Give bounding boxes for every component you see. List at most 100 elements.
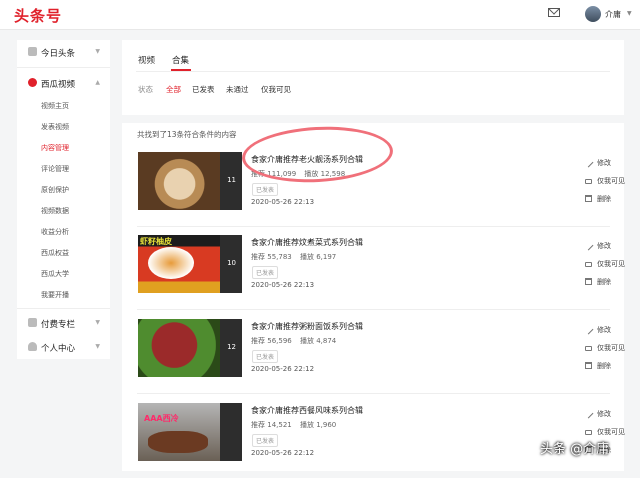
xigua-icon bbox=[28, 78, 37, 87]
list-item: 虾籽柚皮 10 食家介庸推荐炆煮菜式系列合辑 推荐 55,783 播放 6,19… bbox=[137, 235, 625, 310]
publish-date: 2020-05-26 22:13 bbox=[251, 198, 315, 206]
thumbnail-side bbox=[220, 403, 242, 461]
sidebar: 今日头条 ▼ 西瓜视频 ▲ 视频主页 发表视频 内容管理 评论管理 原创保护 视… bbox=[17, 40, 110, 359]
delete-label: 删除 bbox=[597, 195, 611, 203]
sidebar-item-comment-manage[interactable]: 评论管理 bbox=[41, 164, 69, 174]
username[interactable]: 介庸 bbox=[605, 9, 621, 20]
lock-icon bbox=[585, 346, 592, 351]
lock-icon bbox=[585, 262, 592, 267]
plays-label: 播放 bbox=[299, 253, 314, 261]
plays-label: 播放 bbox=[304, 170, 319, 178]
chevron-down-icon[interactable]: ▼ bbox=[627, 10, 632, 17]
mail-icon[interactable] bbox=[548, 8, 560, 17]
lock-icon bbox=[585, 179, 592, 184]
avatar[interactable] bbox=[585, 6, 601, 22]
stats: 推荐 55,783 播放 6,197 bbox=[251, 252, 336, 262]
recommend-count: 55,783 bbox=[267, 253, 292, 261]
plays-count: 4,874 bbox=[316, 337, 337, 345]
sidebar-item-original-protect[interactable]: 原创保护 bbox=[41, 185, 69, 195]
collection-title[interactable]: 食家介庸推荐粥粉面饭系列合辑 bbox=[251, 321, 363, 332]
delete-label: 删除 bbox=[597, 278, 611, 286]
user-icon bbox=[28, 342, 37, 351]
grid-icon bbox=[28, 47, 37, 56]
filter-all[interactable]: 全部 bbox=[166, 84, 181, 95]
edit-label: 修改 bbox=[597, 326, 611, 334]
thumbnail-text: 虾籽柚皮 bbox=[140, 237, 172, 246]
recommend-count: 56,596 bbox=[267, 337, 292, 345]
sidebar-group-xigua[interactable]: 西瓜视频 ▲ bbox=[17, 75, 110, 93]
filter-private[interactable]: 仅我可见 bbox=[261, 84, 291, 95]
sidebar-item-publish-video[interactable]: 发表视频 bbox=[41, 122, 69, 132]
filter-rejected[interactable]: 未通过 bbox=[226, 84, 249, 95]
thumbnail[interactable]: 11 bbox=[138, 152, 242, 210]
result-count: 共找到了13条符合条件的内容 bbox=[137, 130, 237, 139]
private-label: 仅我可见 bbox=[597, 344, 625, 352]
sidebar-item-rights[interactable]: 西瓜权益 bbox=[41, 248, 69, 258]
section-gap bbox=[122, 115, 624, 123]
sidebar-group-label: 西瓜视频 bbox=[41, 80, 76, 90]
recommend-count: 111,099 bbox=[267, 170, 297, 178]
thumbnail[interactable]: 虾籽柚皮 10 bbox=[138, 235, 242, 293]
tab-collections[interactable]: 合集 bbox=[172, 54, 189, 66]
recommend-label: 推荐 bbox=[251, 337, 265, 345]
divider bbox=[17, 67, 110, 68]
collection-title[interactable]: 食家介庸推荐老火靓汤系列合辑 bbox=[251, 154, 363, 165]
thumbnail[interactable]: AAA西冷 bbox=[138, 403, 242, 461]
divider bbox=[136, 71, 610, 72]
watermark: 头条 @介庸 bbox=[540, 442, 610, 457]
plays-count: 6,197 bbox=[316, 253, 337, 261]
lock-icon bbox=[585, 430, 592, 435]
sidebar-item-video-data[interactable]: 视频数据 bbox=[41, 206, 69, 216]
chevron-down-icon: ▼ bbox=[95, 319, 100, 326]
private-label: 仅我可见 bbox=[597, 177, 625, 185]
tab-videos[interactable]: 视频 bbox=[138, 54, 155, 66]
sidebar-group-toutiao[interactable]: 今日头条 ▼ bbox=[17, 44, 110, 62]
sidebar-item-go-live[interactable]: 我要开播 bbox=[41, 290, 69, 300]
plays-count: 1,960 bbox=[316, 421, 337, 429]
chevron-down-icon: ▼ bbox=[95, 48, 100, 55]
recommend-label: 推荐 bbox=[251, 421, 265, 429]
thumbnail-text: AAA西冷 bbox=[144, 414, 179, 423]
video-count: 10 bbox=[227, 259, 236, 267]
sidebar-group-personal[interactable]: 个人中心 ▼ bbox=[17, 339, 110, 357]
collection-title[interactable]: 食家介庸推荐炆煮菜式系列合辑 bbox=[251, 237, 363, 248]
edit-label: 修改 bbox=[597, 410, 611, 418]
edit-label: 修改 bbox=[597, 242, 611, 250]
dish-image bbox=[148, 431, 208, 453]
sidebar-group-paid-column[interactable]: 付费专栏 ▼ bbox=[17, 315, 110, 333]
pencil-icon bbox=[583, 240, 594, 251]
collection-title[interactable]: 食家介庸推荐西餐风味系列合辑 bbox=[251, 405, 363, 416]
pencil-icon bbox=[583, 157, 594, 168]
list-item: 11 食家介庸推荐老火靓汤系列合辑 推荐 111,099 播放 12,598 已… bbox=[137, 152, 625, 227]
sidebar-item-income[interactable]: 收益分析 bbox=[41, 227, 69, 237]
edit-label: 修改 bbox=[597, 159, 611, 167]
trash-icon bbox=[585, 362, 592, 369]
private-label: 仅我可见 bbox=[597, 260, 625, 268]
plays-label: 播放 bbox=[299, 337, 314, 345]
trash-icon bbox=[585, 195, 592, 202]
chevron-down-icon: ▼ bbox=[95, 343, 100, 350]
plays-label: 播放 bbox=[299, 421, 314, 429]
publish-date: 2020-05-26 22:13 bbox=[251, 281, 315, 289]
sidebar-item-video-home[interactable]: 视频主页 bbox=[41, 101, 69, 111]
stats: 推荐 111,099 播放 12,598 bbox=[251, 169, 345, 179]
recommend-count: 14,521 bbox=[267, 421, 292, 429]
stats: 推荐 14,521 播放 1,960 bbox=[251, 420, 336, 430]
status-badge: 已发表 bbox=[252, 434, 279, 447]
top-bar: 头条号 介庸 ▼ bbox=[0, 0, 640, 30]
pencil-icon bbox=[583, 408, 594, 419]
sidebar-item-content-manage[interactable]: 内容管理 bbox=[41, 143, 69, 153]
dish-image bbox=[148, 247, 194, 279]
filter-label: 状态 bbox=[138, 85, 153, 94]
status-badge: 已发表 bbox=[252, 266, 279, 279]
status-badge: 已发表 bbox=[252, 183, 279, 196]
list-item: 12 食家介庸推荐粥粉面饭系列合辑 推荐 56,596 播放 4,874 已发表… bbox=[137, 319, 625, 394]
sidebar-item-university[interactable]: 西瓜大学 bbox=[41, 269, 69, 279]
logo[interactable]: 头条号 bbox=[14, 5, 62, 26]
thumbnail[interactable]: 12 bbox=[138, 319, 242, 377]
recommend-label: 推荐 bbox=[251, 170, 265, 178]
sidebar-group-label: 个人中心 bbox=[41, 344, 76, 354]
stats: 推荐 56,596 播放 4,874 bbox=[251, 336, 336, 346]
delete-label: 删除 bbox=[597, 362, 611, 370]
filter-published[interactable]: 已发表 bbox=[192, 84, 215, 95]
